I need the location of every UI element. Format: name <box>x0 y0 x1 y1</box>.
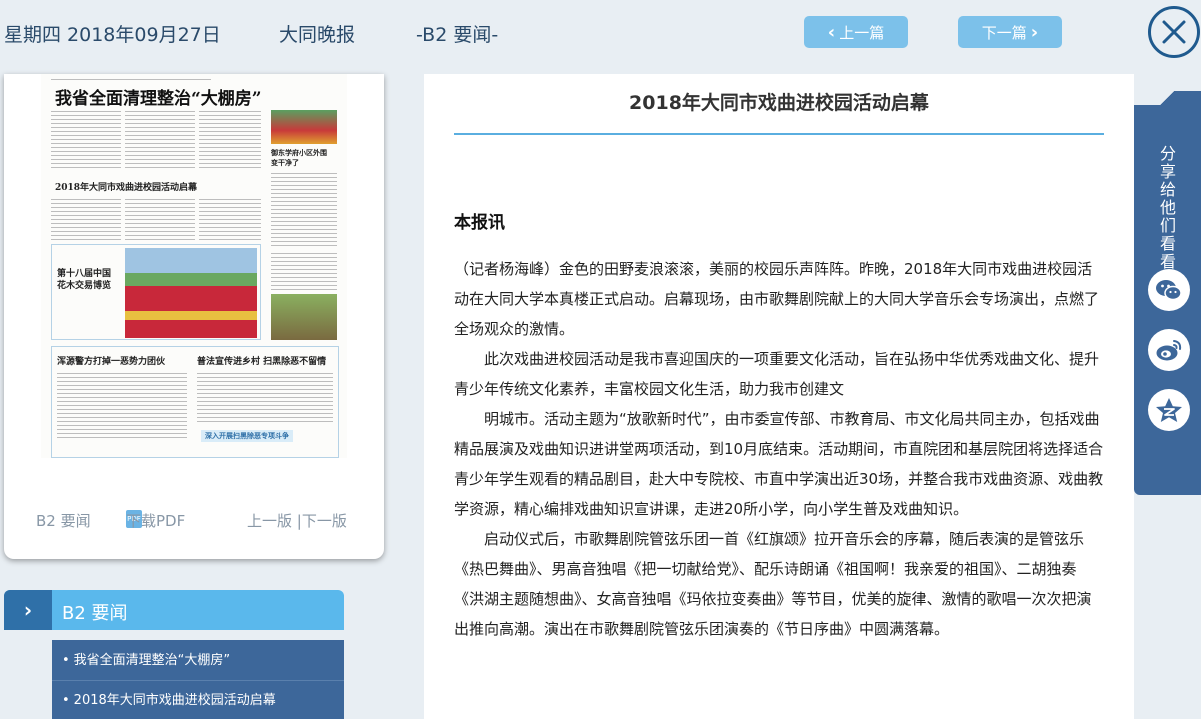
list-item[interactable]: 我省全面清理整治“大棚房” <box>52 641 344 680</box>
np-photo <box>271 110 337 144</box>
text-column <box>271 170 337 246</box>
page-label: -B2 要闻- <box>416 24 499 46</box>
share-qzone-button[interactable] <box>1148 389 1190 431</box>
close-button[interactable] <box>1148 6 1200 58</box>
article-paragraph: 此次戏曲进校园活动是我市喜迎国庆的一项重要文化活动，旨在弘扬中华优秀戏曲文化、提… <box>454 350 1100 398</box>
chevron-right-icon: › <box>1030 21 1039 43</box>
list-item[interactable]: 2018年大同市戏曲进校园活动启幕 <box>52 680 344 719</box>
download-pdf-label: 下载PDF <box>126 512 186 530</box>
np-subhead: 花木交易博览 <box>57 281 112 291</box>
np-subhead: 普法宣传进乡村 扫黑除恶不留情 <box>197 357 327 367</box>
text-column <box>125 196 195 240</box>
text-column <box>57 370 187 440</box>
np-sub-right: 御东学府小区外围 <box>271 148 327 157</box>
prev-article-button[interactable]: ‹ 上一篇 <box>804 16 908 48</box>
next-article-button[interactable]: 下一篇 › <box>958 16 1062 48</box>
top-bar: 星期四 2018年09月27日 大同晚报 -B2 要闻- ‹ 上一篇 下一篇 › <box>0 0 1201 70</box>
text-column <box>51 108 121 168</box>
np-subhead: 浑源警方打掉一恶势力团伙 <box>57 357 166 367</box>
section-title: B2 要闻 <box>62 603 128 624</box>
text-column <box>197 370 333 424</box>
page-nav-links[interactable]: 上一版 |下一版 <box>247 510 347 531</box>
section-header[interactable]: › B2 要闻 <box>4 590 344 630</box>
article-paragraph: 明城市。活动主题为“放歌新时代”，由市委宣传部、市教育局、市文化局共同主办，包括… <box>454 410 1104 518</box>
article-panel: 2018年大同市戏曲进校园活动启幕 本报讯 （记者杨海峰）金色的田野麦浪滚滚，美… <box>424 74 1134 719</box>
share-label: 分享给他们看看 <box>1159 144 1176 271</box>
np-flower-photo <box>125 248 257 338</box>
text-column <box>199 108 261 168</box>
wechat-icon <box>1156 280 1182 301</box>
np-photo <box>271 294 337 340</box>
np-headline: 我省全面清理整治“大棚房” <box>55 89 262 109</box>
newspaper-page-thumbnail[interactable]: 我省全面清理整治“大棚房” 御东学府小区外围 变干净了 2018年大同市戏曲进校… <box>41 74 347 458</box>
text-column <box>199 196 261 240</box>
text-column <box>271 250 337 290</box>
close-icon <box>1162 20 1186 44</box>
next-article-label: 下一篇 <box>981 23 1027 42</box>
chevron-right-icon: › <box>4 590 52 630</box>
np-subhead: 2018年大同市戏曲进校园活动启幕 <box>55 183 198 193</box>
masthead-line <box>51 76 211 81</box>
article-title: 2018年大同市戏曲进校园活动启幕 <box>629 92 929 114</box>
article-lead: 本报讯 <box>454 213 505 233</box>
title-divider <box>454 133 1104 135</box>
text-column <box>125 108 195 168</box>
prev-article-label: 上一篇 <box>839 23 885 42</box>
section-link[interactable]: B2 要闻 <box>36 510 91 531</box>
article-paragraph: 启动仪式后，市歌舞剧院管弦乐团一首《红旗颂》拉开音乐会的序幕，随后表演的是管弦乐… <box>454 530 1092 638</box>
share-sidebar: 分享给他们看看 <box>1134 91 1201 495</box>
issue-date: 星期四 2018年09月27日 <box>4 24 221 46</box>
np-banner: 深入开展扫黑除恶专项斗争 <box>201 430 293 442</box>
chevron-left-icon: ‹ <box>827 21 836 43</box>
qzone-icon <box>1156 398 1182 422</box>
np-sub-right: 变干净了 <box>271 158 299 167</box>
article-paragraph: （记者杨海峰）金色的田野麦浪滚滚，美丽的校园乐声阵阵。昨晚，2018年大同市戏曲… <box>454 260 1100 338</box>
weibo-icon <box>1156 340 1182 361</box>
newspaper-preview-card: 我省全面清理整治“大棚房” 御东学府小区外围 变干净了 2018年大同市戏曲进校… <box>4 74 384 559</box>
section-article-list: 我省全面清理整治“大棚房” 2018年大同市戏曲进校园活动启幕 <box>52 640 344 719</box>
share-weibo-button[interactable] <box>1148 329 1190 371</box>
article-body: （记者杨海峰）金色的田野麦浪滚滚，美丽的校园乐声阵阵。昨晚，2018年大同市戏曲… <box>454 254 1106 644</box>
text-column <box>51 196 121 240</box>
share-wechat-button[interactable] <box>1148 269 1190 311</box>
paper-name: 大同晚报 <box>279 24 356 46</box>
